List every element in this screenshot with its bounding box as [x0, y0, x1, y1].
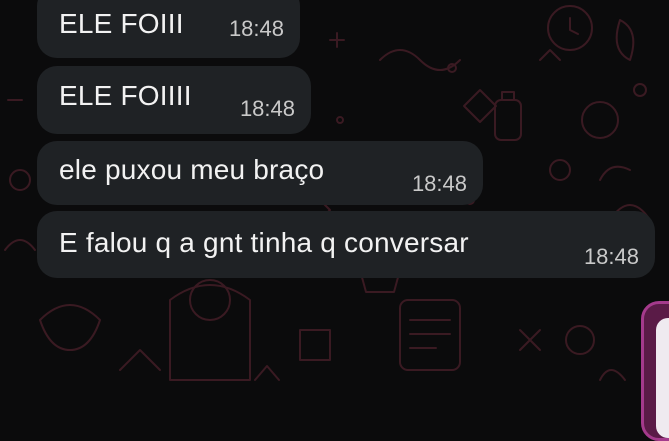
bottle-doodle-icon — [494, 99, 522, 141]
message-text: ELE FOIIII — [59, 80, 192, 111]
message-bubble[interactable]: ele puxou meu braço 18:48 — [37, 141, 483, 205]
message-text: E falou q a gnt tinha q conversar — [59, 227, 469, 258]
message-text: ele puxou meu braço — [59, 154, 325, 185]
message-bubble[interactable]: ELE FOIIII 18:48 — [37, 66, 311, 134]
media-thumbnail — [656, 318, 669, 438]
cross-doodle-icon — [519, 329, 541, 351]
diamond-doodle-icon — [463, 89, 497, 123]
message-timestamp: 18:48 — [239, 96, 295, 121]
person-doodle-icon — [169, 284, 251, 381]
ring-doodle-icon — [581, 101, 619, 139]
sent-media-bubble[interactable] — [641, 301, 669, 441]
message-timestamp: 18:48 — [228, 16, 284, 41]
message-bubble[interactable]: ELE FOIII 18:48 — [37, 0, 300, 58]
plus-doodle-icon — [329, 32, 345, 48]
message-text: ELE FOIII — [59, 8, 184, 39]
message-bubble[interactable]: E falou q a gnt tinha q conversar 18:48 — [37, 211, 655, 278]
message-timestamp: 18:48 — [583, 244, 639, 269]
taco-doodle-icon — [39, 304, 101, 351]
message-timestamp: 18:48 — [411, 171, 467, 196]
leaf-doodle-icon — [615, 19, 635, 61]
